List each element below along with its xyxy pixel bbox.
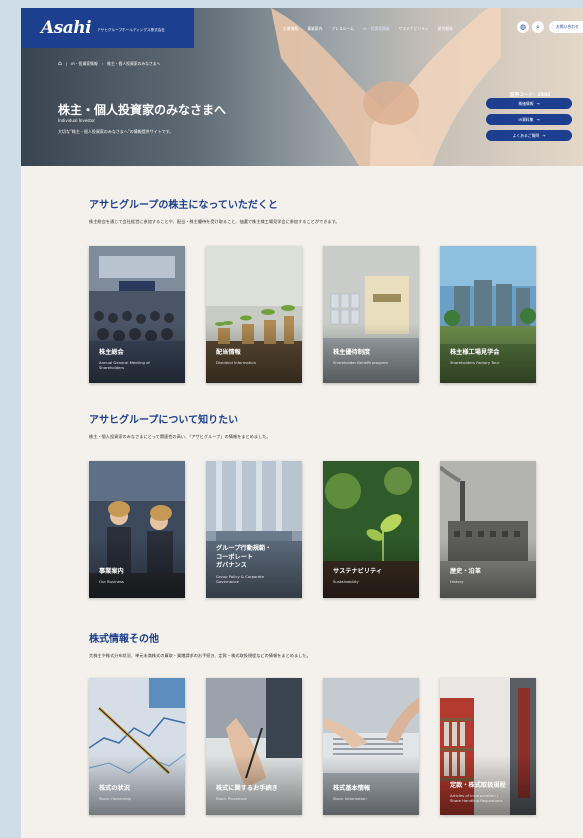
faq-button[interactable]: よくあるご質問 → [486, 130, 572, 141]
global-nav: 企業情報 事業案内 プレスルーム IR・投資家情報 サステナビリティ 研究開発 [283, 26, 453, 32]
card-label-en: Stock Ownership [99, 796, 131, 801]
card-shareholder-benefit[interactable]: 株主優待制度 Shareholder Benefit program [323, 246, 419, 383]
card-label: サステナビリティ [333, 568, 383, 575]
card-label: 配当情報 [216, 349, 241, 356]
nav-item-press[interactable]: プレスルーム [331, 26, 354, 32]
card-label-en: Shareholder Benefit program [333, 360, 389, 365]
page-subtitle: Individual Investor [58, 118, 96, 123]
card-stock-information[interactable]: 株式基本情報 Stock Information [323, 678, 419, 815]
page-title: 株主・個人投資家のみなさまへ [58, 103, 227, 117]
card-label: 株主様工場見学会 [450, 349, 500, 356]
section-desc-know-asahi: 株主・個人投資家のみなさまにとって関連性の高い、「アサヒグループ」の情報をまとめ… [89, 434, 271, 439]
card-label: 株主総会 [99, 349, 124, 356]
nav-item-research[interactable]: 研究開発 [438, 26, 453, 32]
breadcrumb-current: 株主・個人投資家のみなさまへ [107, 60, 161, 66]
page: Asahi アサヒグループホールディングス株式会社 企業情報 事業案内 プレスル… [21, 8, 583, 838]
card-stock-procedure[interactable]: 株式に関するお手続き Stock Procedure [206, 678, 302, 815]
nav-item-business[interactable]: 事業案内 [307, 26, 322, 32]
card-label: 定款・株式取扱規程 [450, 782, 506, 789]
card-label: 事業案内 [99, 568, 124, 575]
arrow-right-icon: → [542, 133, 546, 138]
card-label: 株式基本情報 [333, 785, 371, 792]
globe-icon[interactable]: ◍ [517, 21, 529, 33]
nav-item-company[interactable]: 企業情報 [283, 26, 298, 32]
card-label-en: Dividend Information [216, 360, 257, 365]
card-label-en: Stock Procedure [216, 796, 247, 801]
card-label-en: History [450, 579, 464, 584]
search-icon[interactable]: ⌕ [532, 21, 544, 33]
card-label: 株式に関するお手続き [216, 785, 278, 792]
stock-price-button[interactable]: 株価情報 → [486, 98, 572, 109]
card-history[interactable]: 歴史・沿革 History [440, 461, 536, 598]
contact-button[interactable]: お問い合わせ [549, 21, 583, 33]
section-desc-become-shareholder: 株主総会を通じて会社経営に参加することや、配当・株主優待を受け取ること、抽選で株… [89, 219, 340, 224]
card-label-en: Our Business [99, 579, 124, 584]
nav-item-ir[interactable]: IR・投資家情報 [363, 26, 390, 32]
card-label: グループ行動規範・ コーポレート ガバナンス [216, 545, 272, 569]
card-stock-ownership[interactable]: 株式の状況 Stock Ownership [89, 678, 185, 815]
card-label-en: Annual General Meeting of Shareholders [99, 360, 150, 370]
section-desc-stock-info: 大株主や株式分布状況、単元未満株式の買取・買増請求のお手続き、定款・株式取扱規程… [89, 653, 311, 658]
asahi-logo: Asahi [41, 18, 92, 38]
card-label-en: Stock Information [333, 796, 367, 801]
nav-item-sustainability[interactable]: サステナビリティ [399, 26, 429, 32]
card-governance[interactable]: グループ行動規範・ コーポレート ガバナンス Group Policy & Co… [206, 461, 302, 598]
card-label-en: Sustainability [333, 579, 359, 584]
card-label: 歴史・沿革 [450, 568, 481, 575]
logo-area[interactable]: Asahi アサヒグループホールディングス株式会社 [21, 8, 194, 48]
card-factory-tour[interactable]: 株主様工場見学会 Shareholders Factory Tour [440, 246, 536, 383]
card-agm[interactable]: 株主総会 Annual General Meeting of Sharehold… [89, 246, 185, 383]
arrow-right-icon: → [536, 117, 540, 122]
card-dividend[interactable]: 配当情報 Dividend Information [206, 246, 302, 383]
arrow-right-icon: → [536, 101, 540, 106]
card-label: 株式の状況 [99, 785, 130, 792]
section-title-become-shareholder: アサヒグループの株主になっていただくと [89, 200, 278, 211]
card-label-en: Shareholders Factory Tour [450, 360, 500, 365]
section-title-know-asahi: アサヒグループについて知りたい [89, 415, 239, 426]
card-sustainability[interactable]: サステナビリティ Sustainability [323, 461, 419, 598]
card-label: 株主優待制度 [333, 349, 371, 356]
section-title-stock-info: 株式情報その他 [89, 634, 159, 645]
card-our-business[interactable]: 事業案内 Our Business [89, 461, 185, 598]
ir-library-button[interactable]: IR資料集 → [486, 114, 572, 125]
hero-banner: Asahi アサヒグループホールディングス株式会社 企業情報 事業案内 プレスル… [21, 8, 583, 166]
breadcrumb-ir[interactable]: IR・投資家情報 [71, 61, 98, 67]
home-icon[interactable]: ⌂ [58, 60, 62, 67]
card-label-en: Group Policy & Corporate Governance [216, 574, 265, 584]
card-label-en: Articles of Incorporation / Share Handli… [450, 793, 503, 803]
company-name: アサヒグループホールディングス株式会社 [97, 27, 165, 32]
breadcrumb: ⌂ | IR・投資家情報 › 株主・個人投資家のみなさまへ [58, 60, 161, 67]
page-description: 大切な"株主・個人投資家のみなさまへ"の情報提供サイトです。 [58, 129, 174, 134]
card-articles-regulations[interactable]: 定款・株式取扱規程 Articles of Incorporation / Sh… [440, 678, 536, 815]
